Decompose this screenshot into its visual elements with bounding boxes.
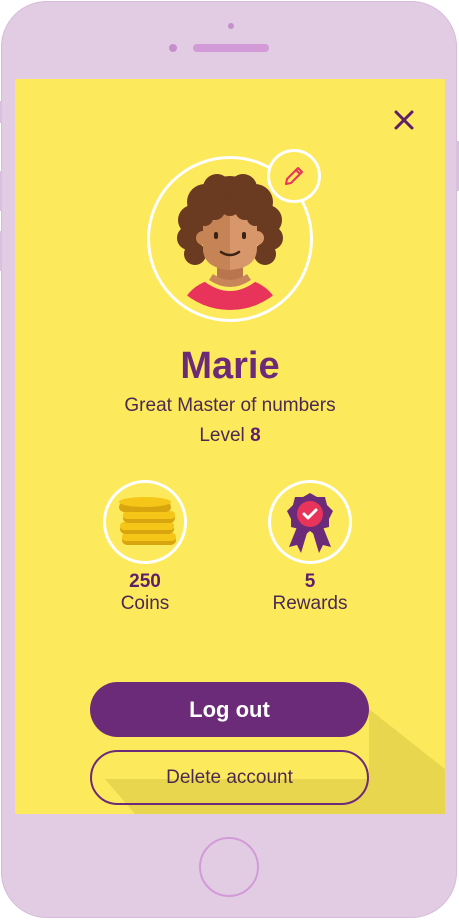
award-ribbon-icon	[287, 493, 333, 553]
volume-down-button	[0, 231, 2, 271]
profile-level: Level 8	[15, 425, 445, 447]
mute-switch	[0, 101, 2, 123]
level-value: 8	[250, 425, 261, 446]
logout-button[interactable]: Log out	[90, 682, 369, 737]
front-camera	[169, 44, 177, 52]
volume-up-button	[0, 171, 2, 211]
coins-stack-icon	[119, 497, 176, 545]
proximity-sensor	[228, 23, 234, 29]
profile-title: Great Master of numbers	[124, 395, 336, 416]
pencil-icon	[285, 167, 303, 185]
close-icon	[394, 110, 414, 130]
earpiece-speaker	[193, 44, 269, 52]
delete-account-button[interactable]: Delete account	[90, 750, 369, 805]
rewards-badge[interactable]	[268, 480, 352, 564]
home-button[interactable]	[199, 837, 259, 897]
profile-name: Marie	[180, 345, 280, 387]
coins-badge[interactable]	[103, 480, 187, 564]
edit-avatar-button[interactable]	[267, 149, 321, 203]
rewards-count: 5	[304, 571, 316, 592]
rewards-label: Rewards	[272, 593, 348, 614]
coins-label: Coins	[120, 593, 170, 614]
coins-count: 250	[129, 571, 161, 592]
close-button[interactable]	[391, 107, 417, 133]
profile-screen: Marie Great Master of numbers Level 8 25…	[15, 79, 445, 814]
level-label: Level	[199, 425, 245, 446]
